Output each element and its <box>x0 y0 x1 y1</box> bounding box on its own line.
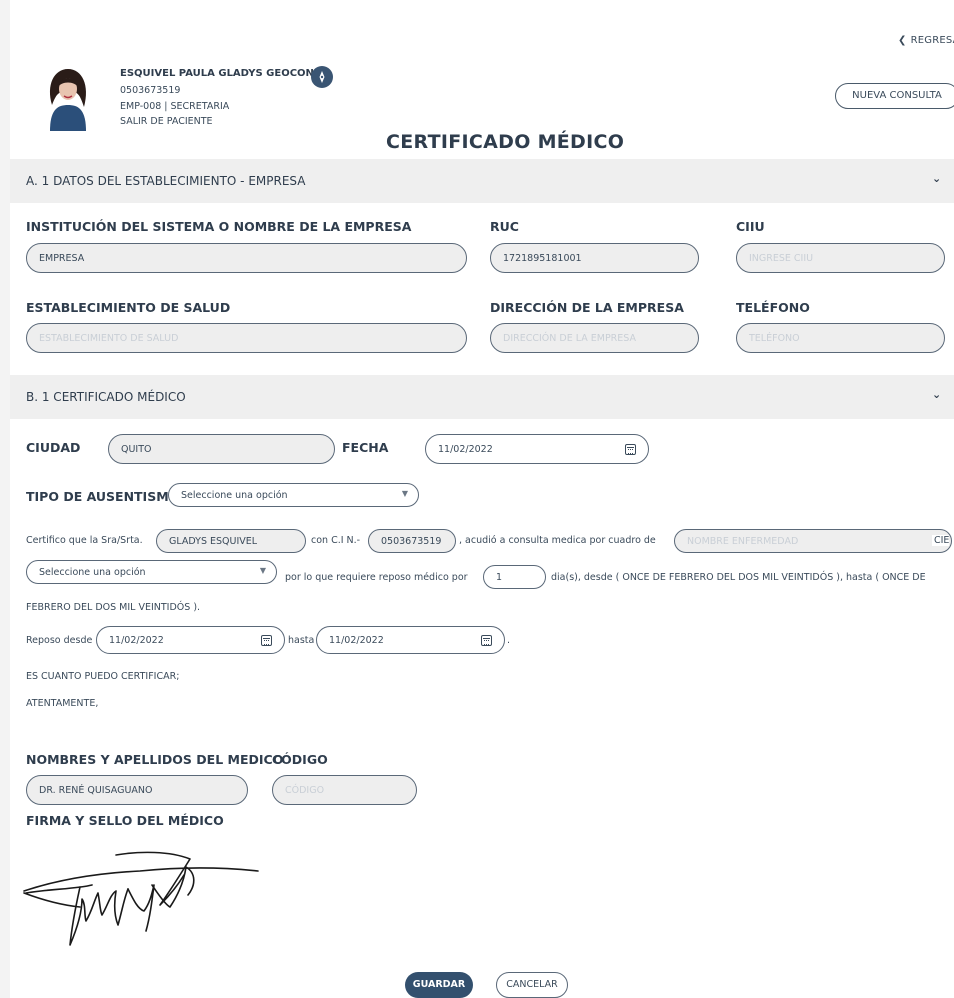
address-field[interactable]: DIRECCIÓN DE LA EMPRESA <box>490 323 699 353</box>
cert-text-4: por lo que requiere reposo médico por <box>285 572 468 583</box>
rest-to-value: 11/02/2022 <box>329 634 384 646</box>
dropdown-arrow-icon: ▼ <box>259 566 266 575</box>
patient-name-field[interactable]: GLADYS ESQUIVEL <box>156 529 306 553</box>
city-label: CIUDAD <box>26 440 81 455</box>
disease-field[interactable]: NOMBRE ENFERMEDAD <box>674 529 952 553</box>
calendar-icon[interactable] <box>481 635 492 646</box>
rest-from-field[interactable]: 11/02/2022 <box>96 626 285 654</box>
ruc-field[interactable]: 1721895181001 <box>490 243 699 273</box>
back-link[interactable]: ❮REGRESA <box>898 35 954 46</box>
institution-field[interactable]: EMPRESA <box>26 243 467 273</box>
avatar-image <box>40 65 96 131</box>
date-value: 11/02/2022 <box>438 443 493 455</box>
institution-label: INSTITUCIÓN DEL SISTEMA O NOMBRE DE LA E… <box>26 219 412 234</box>
section-a-title: A. 1 DATOS DEL ESTABLECIMIENTO - EMPRESA <box>26 174 306 188</box>
patient-employee: EMP-008 | SECRETARIA <box>120 101 230 112</box>
calendar-icon[interactable] <box>261 635 272 646</box>
doctor-field[interactable]: DR. RENÉ QUISAGUANO <box>26 775 248 805</box>
ciiu-label: CIIU <box>736 219 765 234</box>
doctor-signature <box>23 851 259 946</box>
avatar <box>40 65 96 131</box>
city-field[interactable]: QUITO <box>108 434 335 464</box>
chevron-down-icon: ⌄ <box>932 388 942 401</box>
establishment-field[interactable]: ESTABLECIMIENTO DE SALUD <box>26 323 467 353</box>
date-label: FECHA <box>342 440 389 455</box>
patient-id: 0503673519 <box>120 85 181 96</box>
rest-to-label: hasta <box>288 635 315 646</box>
establishment-label: ESTABLECIMIENTO DE SALUD <box>26 300 231 315</box>
chevron-down-icon: ⌄ <box>932 172 942 185</box>
closing-text-2: ATENTAMENTE, <box>26 698 99 709</box>
back-link-label: REGRESA <box>910 35 954 46</box>
section-a-header[interactable]: A. 1 DATOS DEL ESTABLECIMIENTO - EMPRESA… <box>10 159 954 203</box>
ci-field[interactable]: 0503673519 <box>368 529 456 553</box>
cie-select-value: Seleccione una opción <box>39 566 146 578</box>
cert-text-3: , acudió a consulta medica por cuadro de <box>459 535 656 546</box>
ruc-label: RUC <box>490 219 519 234</box>
section-b-title: B. 1 CERTIFICADO MÉDICO <box>26 390 186 404</box>
closing-text-1: ES CUANTO PUEDO CERTIFICAR; <box>26 671 180 682</box>
chevron-left-icon: ❮ <box>898 35 907 46</box>
rest-to-field[interactable]: 11/02/2022 <box>316 626 505 654</box>
cie-label: CIE <box>932 535 950 546</box>
patient-name: ESQUIVEL PAULA GLADYS GEOCONDA <box>120 68 330 79</box>
left-edge-bar <box>0 0 10 998</box>
signature-label: FIRMA Y SELLO DEL MÉDICO <box>26 813 224 828</box>
absence-type-select[interactable]: Seleccione una opción ▼ <box>168 483 419 507</box>
doctor-label: NOMBRES Y APELLIDOS DEL MEDICO <box>26 752 284 767</box>
section-b-header[interactable]: B. 1 CERTIFICADO MÉDICO ⌄ <box>10 375 954 419</box>
cie-select[interactable]: Seleccione una opción ▼ <box>26 560 277 584</box>
absence-type-label: TIPO DE AUSENTISMO <box>26 489 180 504</box>
dropdown-arrow-icon: ▼ <box>401 489 408 498</box>
save-button[interactable]: GUARDAR <box>405 972 473 998</box>
rest-from-label: Reposo desde <box>26 635 93 646</box>
edit-patient-button[interactable] <box>311 66 333 88</box>
date-field[interactable]: 11/02/2022 <box>425 434 649 464</box>
new-consult-button[interactable]: NUEVA CONSULTA <box>835 83 954 109</box>
page-title: CERTIFICADO MÉDICO <box>386 131 625 153</box>
rest-from-value: 11/02/2022 <box>109 634 164 646</box>
cert-text-1: Certifico que la Sra/Srta. <box>26 535 143 546</box>
code-field[interactable]: CÓDIGO <box>272 775 417 805</box>
cancel-button[interactable]: CANCELAR <box>496 972 568 998</box>
phone-field[interactable]: TELÉFONO <box>736 323 945 353</box>
patient-status: SALIR DE PACIENTE <box>120 116 213 127</box>
absence-type-value: Seleccione una opción <box>181 489 288 501</box>
address-label: DIRECCIÓN DE LA EMPRESA <box>490 300 684 315</box>
rest-days-field[interactable]: 1 <box>483 565 546 589</box>
phone-label: TELÉFONO <box>736 300 810 315</box>
calendar-icon[interactable] <box>625 444 636 455</box>
code-label: CÓDIGO <box>272 752 328 767</box>
cert-text-5: dia(s), desde ( ONCE DE FEBRERO DEL DOS … <box>551 572 926 583</box>
ciiu-field[interactable]: INGRESE CIIU <box>736 243 945 273</box>
cert-text-2: con C.I N.- <box>311 535 361 546</box>
pen-icon <box>319 71 325 83</box>
period: . <box>507 635 511 646</box>
cert-text-6: FEBRERO DEL DOS MIL VEINTIDÓS ). <box>26 602 201 613</box>
